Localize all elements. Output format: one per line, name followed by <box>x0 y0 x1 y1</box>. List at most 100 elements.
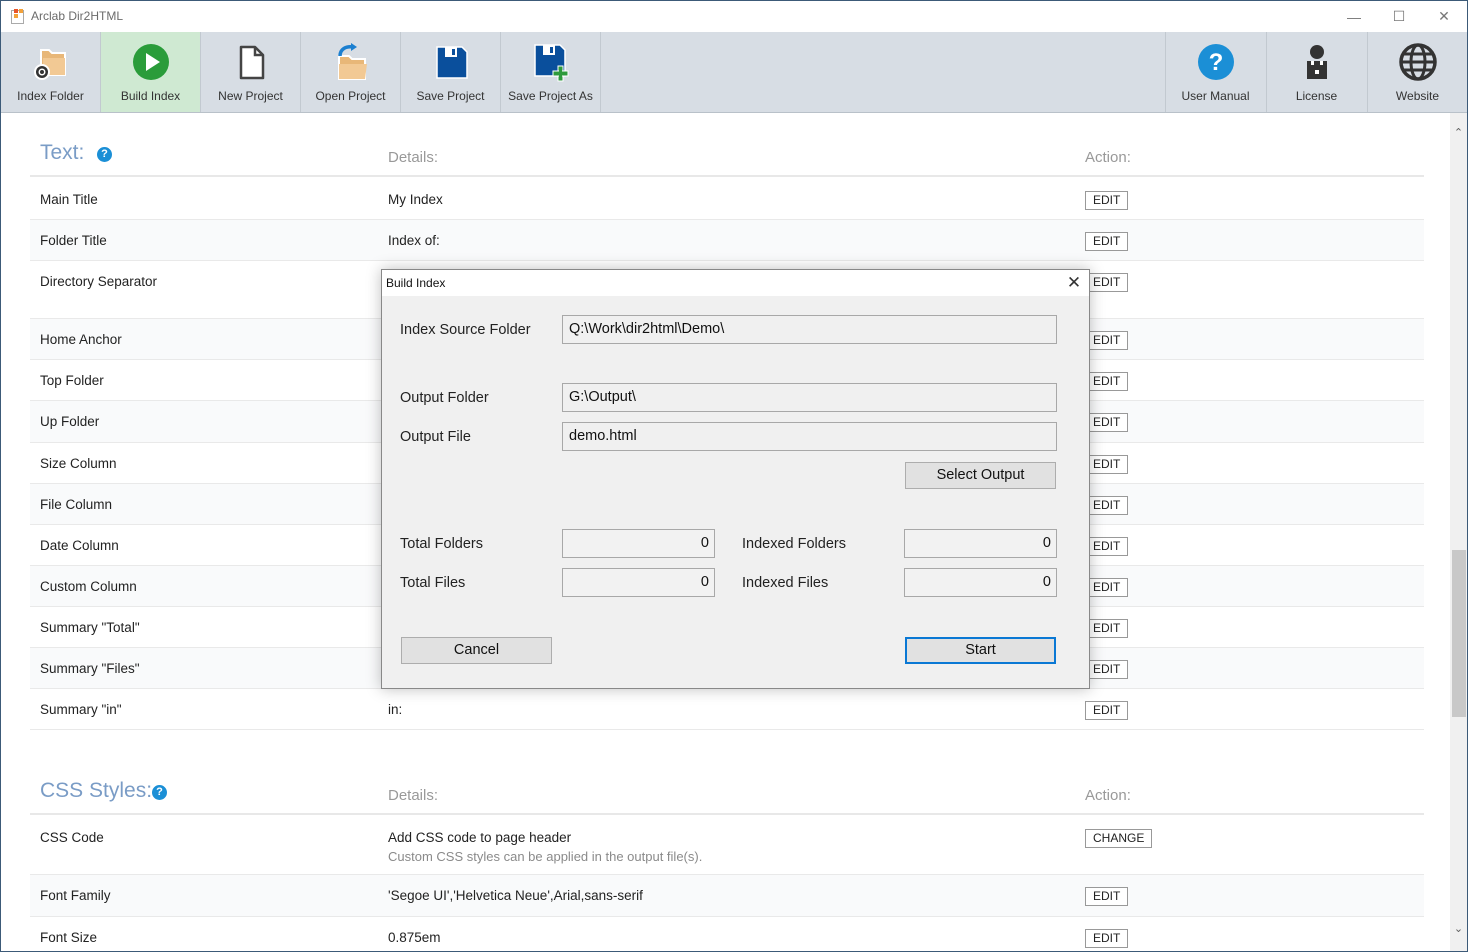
settings-row: Folder Title Index of: EDIT <box>30 220 1424 261</box>
user-manual-button[interactable]: ? User Manual <box>1165 32 1265 112</box>
indexed-files-label: Indexed Files <box>742 575 829 591</box>
css-action-header: Action: <box>1085 787 1131 804</box>
settings-row: Summary "in" in: EDIT <box>30 689 1424 730</box>
edit-button[interactable]: EDIT <box>1085 496 1129 515</box>
app-window: Arclab Dir2HTML — ☐ ✕ Index Folder Build… <box>0 0 1468 952</box>
start-button[interactable]: Start <box>905 637 1056 664</box>
index-folder-label: Index Folder <box>17 89 84 103</box>
row-detail: in: <box>388 702 403 717</box>
total-files-label: Total Files <box>400 575 466 591</box>
open-project-button[interactable]: Open Project <box>301 32 401 112</box>
change-button[interactable]: CHANGE <box>1085 829 1153 848</box>
vertical-scrollbar[interactable]: ⌃ ⌄ <box>1450 113 1467 951</box>
build-index-dialog: Build Index ✕ Index Source Folder Q:\Wor… <box>381 269 1090 689</box>
indexed-folders-label: Indexed Folders <box>742 536 846 552</box>
edit-button[interactable]: EDIT <box>1085 660 1129 679</box>
globe-icon <box>1398 43 1437 81</box>
row-label: CSS Code <box>40 830 104 845</box>
row-detail: Index of: <box>388 233 440 248</box>
settings-row: Font Size 0.875em EDIT <box>30 917 1424 951</box>
output-folder-input[interactable]: G:\Output\ <box>562 383 1057 412</box>
edit-button[interactable]: EDIT <box>1085 887 1129 906</box>
dialog-close-icon[interactable]: ✕ <box>1062 271 1086 295</box>
edit-button[interactable]: EDIT <box>1085 537 1129 556</box>
folder-target-icon <box>33 49 66 80</box>
row-detail: 0.875em <box>388 930 441 945</box>
total-folders-field: 0 <box>562 529 715 558</box>
website-button[interactable]: Website <box>1367 32 1467 112</box>
maximize-button[interactable]: ☐ <box>1376 1 1422 32</box>
cancel-button[interactable]: Cancel <box>401 637 552 664</box>
settings-row: Main Title My Index EDIT <box>30 179 1424 220</box>
indexed-files-field: 0 <box>904 568 1057 597</box>
edit-button[interactable]: EDIT <box>1085 191 1129 210</box>
index-folder-button[interactable]: Index Folder <box>1 32 101 112</box>
new-project-button[interactable]: New Project <box>201 32 301 112</box>
css-section-header: CSS Styles: ? Details: Action: <box>30 771 1424 815</box>
text-section-header: Text: ? Details: Action: <box>30 133 1424 177</box>
output-file-input[interactable]: demo.html <box>562 422 1057 451</box>
row-detail-description: Custom CSS styles can be applied in the … <box>388 849 703 864</box>
text-section-title: Text: <box>40 141 85 164</box>
edit-button[interactable]: EDIT <box>1085 929 1129 948</box>
row-detail: My Index <box>388 192 443 207</box>
minimize-icon: — <box>1347 8 1361 25</box>
open-folder-icon <box>337 43 367 80</box>
scroll-down-arrow-icon[interactable]: ⌄ <box>1450 921 1467 938</box>
edit-button[interactable]: EDIT <box>1085 413 1129 432</box>
indexed-folders-field: 0 <box>904 529 1057 558</box>
dialog-title-bar: Build Index ✕ <box>382 270 1089 296</box>
row-label: Custom Column <box>40 579 137 594</box>
build-index-label: Build Index <box>120 89 181 103</box>
output-file-label: Output File <box>400 429 471 445</box>
row-label: Size Column <box>40 456 117 471</box>
css-help-icon[interactable]: ? <box>152 785 167 800</box>
edit-button[interactable]: EDIT <box>1085 372 1129 391</box>
title-bar: Arclab Dir2HTML — ☐ ✕ <box>1 1 1467 32</box>
scroll-up-arrow-icon[interactable]: ⌃ <box>1450 125 1467 142</box>
dialog-title: Build Index <box>386 276 446 290</box>
toolbar: Index Folder Build Index New Project Ope… <box>1 32 1467 113</box>
total-folders-label: Total Folders <box>400 536 484 552</box>
window-title: Arclab Dir2HTML <box>31 9 124 23</box>
save-project-as-button[interactable]: Save Project As <box>501 32 601 112</box>
source-folder-input[interactable]: Q:\Work\dir2html\Demo\ <box>562 315 1057 344</box>
save-project-button[interactable]: Save Project <box>401 32 501 112</box>
license-button[interactable]: License <box>1266 32 1366 112</box>
edit-button[interactable]: EDIT <box>1085 232 1129 251</box>
text-help-icon[interactable]: ? <box>97 147 112 162</box>
select-output-button[interactable]: Select Output <box>905 462 1056 489</box>
edit-button[interactable]: EDIT <box>1085 578 1129 597</box>
edit-button[interactable]: EDIT <box>1085 701 1129 720</box>
user-manual-label: User Manual <box>1181 89 1250 103</box>
scroll-thumb[interactable] <box>1452 550 1466 717</box>
output-folder-label: Output Folder <box>400 390 489 406</box>
settings-row: Font Family 'Segoe UI','Helvetica Neue',A… <box>30 875 1424 917</box>
row-label: Main Title <box>40 192 98 207</box>
close-icon: ✕ <box>1438 8 1450 24</box>
css-section-title: CSS Styles: <box>40 779 153 802</box>
save-project-label: Save Project <box>416 89 485 103</box>
svg-text:?: ? <box>1208 49 1223 76</box>
row-label: Date Column <box>40 538 119 553</box>
play-icon <box>132 44 169 80</box>
source-folder-label: Index Source Folder <box>400 322 531 338</box>
close-button[interactable]: ✕ <box>1421 1 1467 32</box>
edit-button[interactable]: EDIT <box>1085 273 1129 292</box>
edit-button[interactable]: EDIT <box>1085 331 1129 350</box>
help-circle-icon: ? <box>1197 44 1234 80</box>
action-header: Action: <box>1085 149 1131 166</box>
edit-button[interactable]: EDIT <box>1085 619 1129 638</box>
edit-button[interactable]: EDIT <box>1085 455 1129 474</box>
row-detail: 'Segoe UI','Helvetica Neue',Arial,sans-s… <box>388 888 643 903</box>
license-person-icon <box>1306 45 1327 79</box>
floppy-disk-plus-icon <box>533 44 568 82</box>
new-document-icon <box>239 45 264 80</box>
open-project-label: Open Project <box>315 89 386 103</box>
row-detail: Add CSS code to page header <box>388 830 572 845</box>
minimize-button[interactable]: — <box>1331 1 1377 32</box>
row-label: Home Anchor <box>40 332 122 347</box>
row-label: Folder Title <box>40 233 107 248</box>
maximize-icon: ☐ <box>1392 8 1406 24</box>
build-index-button[interactable]: Build Index <box>101 32 201 112</box>
